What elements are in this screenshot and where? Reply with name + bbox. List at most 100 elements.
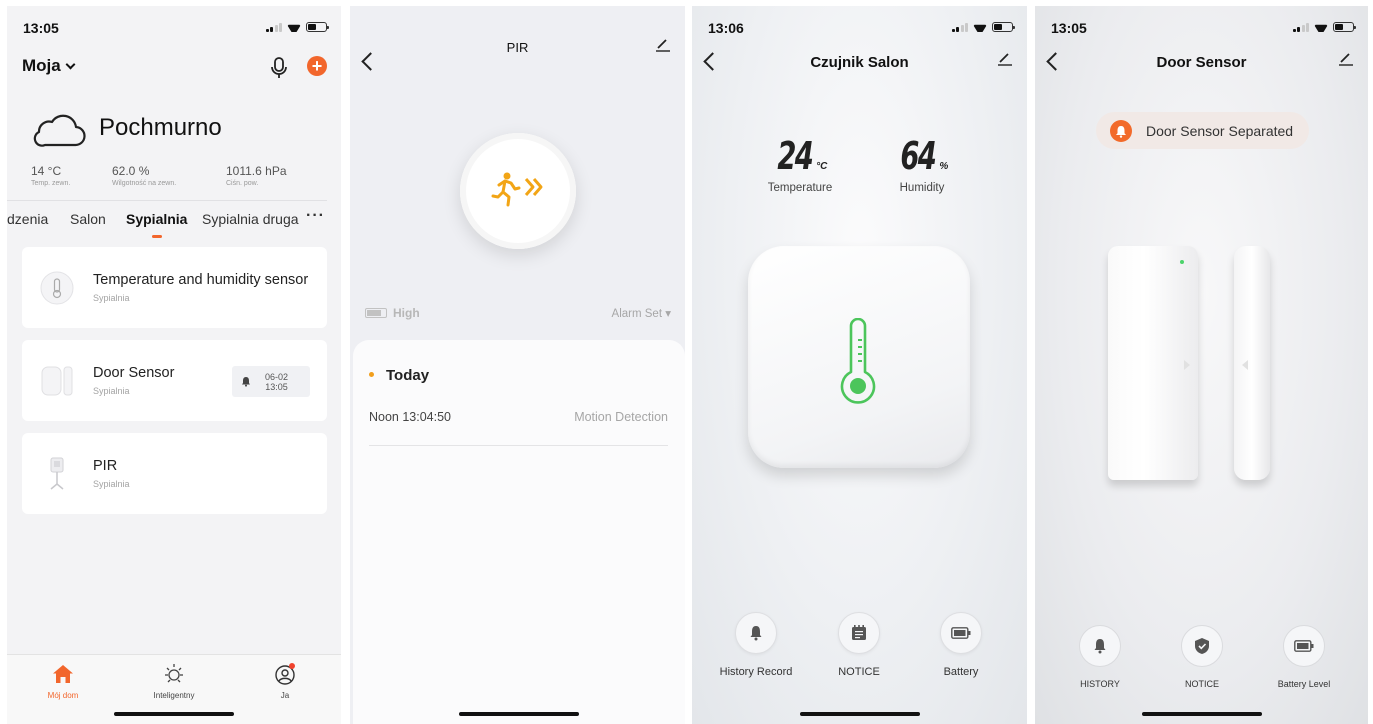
home-indicator [114,712,234,716]
tab-my-home[interactable]: Mój dom [23,661,103,700]
device-room: Sypialnia [93,386,130,396]
log-event: Motion Detection [574,410,668,424]
room-tab-label: Sypialnia druga [202,211,299,227]
status-time: 13:05 [1051,20,1087,36]
humidity-unit: % [939,161,949,172]
alert-date: 06-02 [265,372,289,382]
home-screen: 13:05 Moja + Pochmurno 14 °C Temp. zewn.… [7,6,341,724]
bell-icon [735,612,777,654]
bell-icon [1079,625,1121,667]
battery-alarm-row: High Alarm Set ▾ [365,306,671,322]
tab-me[interactable]: Ja [245,661,325,700]
room-tabs: dzenia Salon Sypialnia Sypialnia druga ·… [7,207,341,241]
climate-sensor-screen: 13:06 Czujnik Salon 24 °C Temperature 64%… [692,6,1027,724]
status-bar: 13:06 [708,20,1015,38]
device-name: Door Sensor [93,365,175,381]
sensor-body-illustration [1108,246,1198,480]
home-indicator [799,712,920,716]
wifi-icon [973,22,987,32]
home-indicator [1141,712,1262,716]
device-card[interactable]: Temperature and humidity sensor Sypialni… [22,247,327,328]
notice-button[interactable]: NOTICE [809,612,909,678]
stat-pressure: 1011.6 hPa Ciśn. pow. [226,164,287,187]
action-label: HISTORY [1080,679,1120,689]
more-rooms-button[interactable]: ··· [306,207,325,225]
temperature-reading: 24 °C Temperature [740,134,860,194]
thermometer-device-icon [40,271,74,305]
home-selector[interactable]: Moja [22,56,76,75]
humidity-reading: 64% Humidity [862,134,982,194]
status-badge: Door Sensor Separated [1096,112,1309,149]
status-time: 13:05 [23,20,59,36]
battery-icon [365,308,387,318]
back-chevron-icon[interactable] [361,52,380,71]
battery-status-icon [306,22,329,32]
alignment-arrow-icon [1242,360,1248,370]
page-title: PIR [506,40,529,55]
log-time: Noon 13:04:50 [369,410,452,424]
stat-label: Wilgotność na zewn. [112,180,177,187]
alignment-arrow-icon [1184,360,1190,370]
thermometer-icon [840,318,876,404]
signal-icon [1292,22,1309,32]
profile-icon [245,661,325,687]
running-person-icon [491,172,543,207]
last-alert-badge[interactable]: 06-02 13:05 [232,366,310,397]
alert-time: 13:05 [265,382,288,392]
alert-datetime: 06-02 13:05 [265,372,288,392]
status-icons [265,22,329,32]
notice-icon [838,612,880,654]
wifi-icon [1314,22,1328,32]
humidity-value: 64 [900,134,936,178]
shield-icon [1181,625,1223,667]
pir-screen: PIR High Alarm Set ▾ Today Noon 13:04:50… [350,6,685,724]
battery-level-button[interactable]: Battery Level [1254,625,1354,689]
microphone-icon[interactable] [269,56,289,80]
tab-label: Mój dom [47,691,79,700]
history-button[interactable]: HISTORY [1050,625,1150,689]
wifi-icon [287,22,301,32]
tab-smart[interactable]: Inteligentny [134,661,214,700]
temperature-unit: °C [816,161,828,172]
page-title: Czujnik Salon [810,54,909,71]
room-tab[interactable]: Salon [70,211,106,227]
device-card[interactable]: Door Sensor Sypialnia 06-02 13:05 [22,340,327,421]
battery-button[interactable]: Battery [911,612,1011,678]
battery-status: High [365,306,420,320]
action-bar: History Record NOTICE Battery [692,612,1027,682]
history-record-button[interactable]: History Record [706,612,806,678]
magnet-illustration [1234,246,1270,480]
door-status-text: Door Sensor Separated [1146,123,1294,139]
log-day-heading: Today [369,367,429,384]
room-tab-active[interactable]: Sypialnia [126,211,187,238]
notice-button[interactable]: NOTICE [1152,625,1252,689]
alarm-set-dropdown[interactable]: Alarm Set ▾ [612,306,671,320]
device-card[interactable]: PIR Sypialnia [22,433,327,514]
device-room: Sypialnia [93,293,130,303]
action-label: Battery [943,666,979,678]
humidity-label: Humidity [899,182,945,194]
bottom-tab-bar: Mój dom Inteligentny Ja [7,654,341,724]
page-title: Door Sensor [1156,54,1247,71]
add-device-button[interactable]: + [307,56,327,76]
room-tab[interactable]: Sypialnia druga [202,211,299,227]
bell-icon [241,376,251,389]
edit-pencil-icon[interactable] [998,52,1012,71]
battery-icon [940,612,982,654]
action-label: Battery Level [1277,679,1331,689]
edit-pencil-icon[interactable] [1339,52,1353,71]
room-tab[interactable]: dzenia [7,211,48,227]
stat-value: 14 °C [31,164,62,178]
status-icons [951,22,1015,32]
signal-icon [951,22,968,32]
pir-device-icon [40,457,74,491]
log-entry[interactable]: Noon 13:04:50 Motion Detection [369,410,668,446]
chevron-down-icon [65,59,76,70]
door-sensor-screen: 13:05 Door Sensor Door Sensor Separated … [1035,6,1368,724]
device-room: Sypialnia [93,479,130,489]
tab-label: Inteligentny [153,691,195,700]
action-label: History Record [719,666,793,678]
device-name: PIR [93,458,118,474]
nav-bar: Czujnik Salon [692,40,1027,90]
edit-pencil-icon[interactable] [656,38,670,57]
